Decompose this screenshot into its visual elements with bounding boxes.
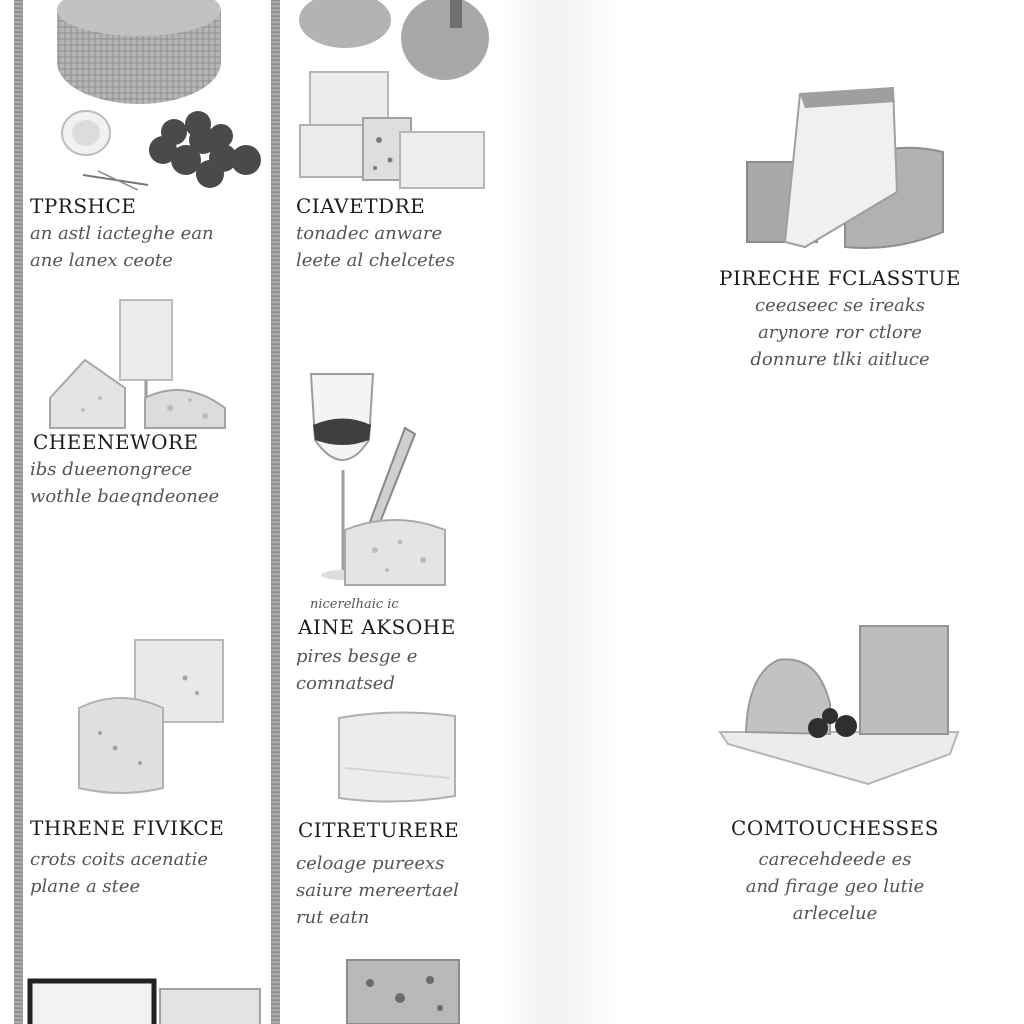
cheese-board-berries-image	[718, 624, 963, 789]
description-line: arlecelue	[792, 903, 878, 924]
card-title-pireche-fclasstue: PIRECHE FCLASSTUE	[719, 266, 961, 290]
card-description-cheenewore: ibs dueenongrece wothle baeqndeonee	[30, 456, 219, 510]
wheel-cheese-grapes-image	[38, 0, 273, 195]
wine-glass-knife-cheese-image	[305, 370, 455, 595]
card-title-comtouchesses: COMTOUCHESSES	[731, 816, 939, 840]
card-title-tprshce: TPRSHCE	[30, 194, 137, 218]
card-description-ciavetdre: tonadec anware leete al chelcetes	[296, 220, 455, 274]
blue-veined-cheese-image	[345, 958, 465, 1024]
brie-wedge-image	[745, 82, 950, 252]
description-line: plane a stee	[30, 876, 141, 897]
card-title-citreturere: CITRETURERE	[298, 818, 460, 842]
description-line: ceeaseec se ireaks	[755, 295, 925, 316]
block-cheese-image	[335, 708, 465, 808]
card-title-threne-fivikce: THRENE FIVIKCE	[30, 816, 225, 840]
card-title-ciavetdre: CIAVETDRE	[296, 194, 426, 218]
card-description-aine-aksohe: pires besge e comnatsed	[296, 643, 417, 697]
cheese-catalog-page: TPRSHCE an astl iacteghe ean ane lanex c…	[0, 0, 1024, 1024]
column-shadow	[500, 0, 620, 1024]
card-title-aine-aksohe: AINE AKSOHE	[298, 615, 456, 639]
card-description-citreturere: celoage pureexs saiure mereertael rut ea…	[296, 850, 459, 931]
left-border-rail	[14, 0, 23, 1024]
description-line: carecehdeede es	[758, 849, 912, 870]
description-line: and firage geo lutie	[745, 876, 925, 897]
description-line: donnure tlki aitluce	[750, 349, 930, 370]
description-line: rut eatn	[296, 907, 370, 928]
description-line: celoage pureexs	[296, 853, 445, 874]
cheese-wedge-wine-glass-image	[45, 298, 245, 433]
chevre-cheeses-image	[295, 0, 495, 195]
description-line: an astl iacteghe ean	[30, 223, 214, 244]
card-caption-aine-aksohe: nicerelhaic ic	[310, 597, 399, 612]
description-line: comnatsed	[296, 673, 395, 694]
description-line: crots coits acenatie	[30, 849, 209, 870]
description-line: pires besge e	[296, 646, 418, 667]
card-title-cheenewore: CHEENEWORE	[33, 430, 199, 454]
description-line: arynore ror ctlore	[758, 322, 922, 343]
description-line: tonadec anware	[296, 223, 443, 244]
description-line: ibs dueenongrece	[30, 459, 193, 480]
description-line: leete al chelcetes	[296, 250, 455, 271]
description-line: saiure mereertael	[296, 880, 459, 901]
description-line: ane lanex ceote	[30, 250, 173, 271]
sliced-cheese-image	[27, 975, 263, 1024]
card-description-comtouchesses: carecehdeede es and firage geo lutie arl…	[690, 846, 980, 927]
blue-cheese-blocks-image	[75, 638, 235, 798]
card-description-tprshce: an astl iacteghe ean ane lanex ceote	[30, 220, 214, 274]
card-description-threne-fivikce: crots coits acenatie plane a stee	[30, 846, 208, 900]
description-line: wothle baeqndeonee	[30, 486, 220, 507]
card-description-pireche-fclasstue: ceeaseec se ireaks arynore ror ctlore do…	[700, 292, 980, 373]
